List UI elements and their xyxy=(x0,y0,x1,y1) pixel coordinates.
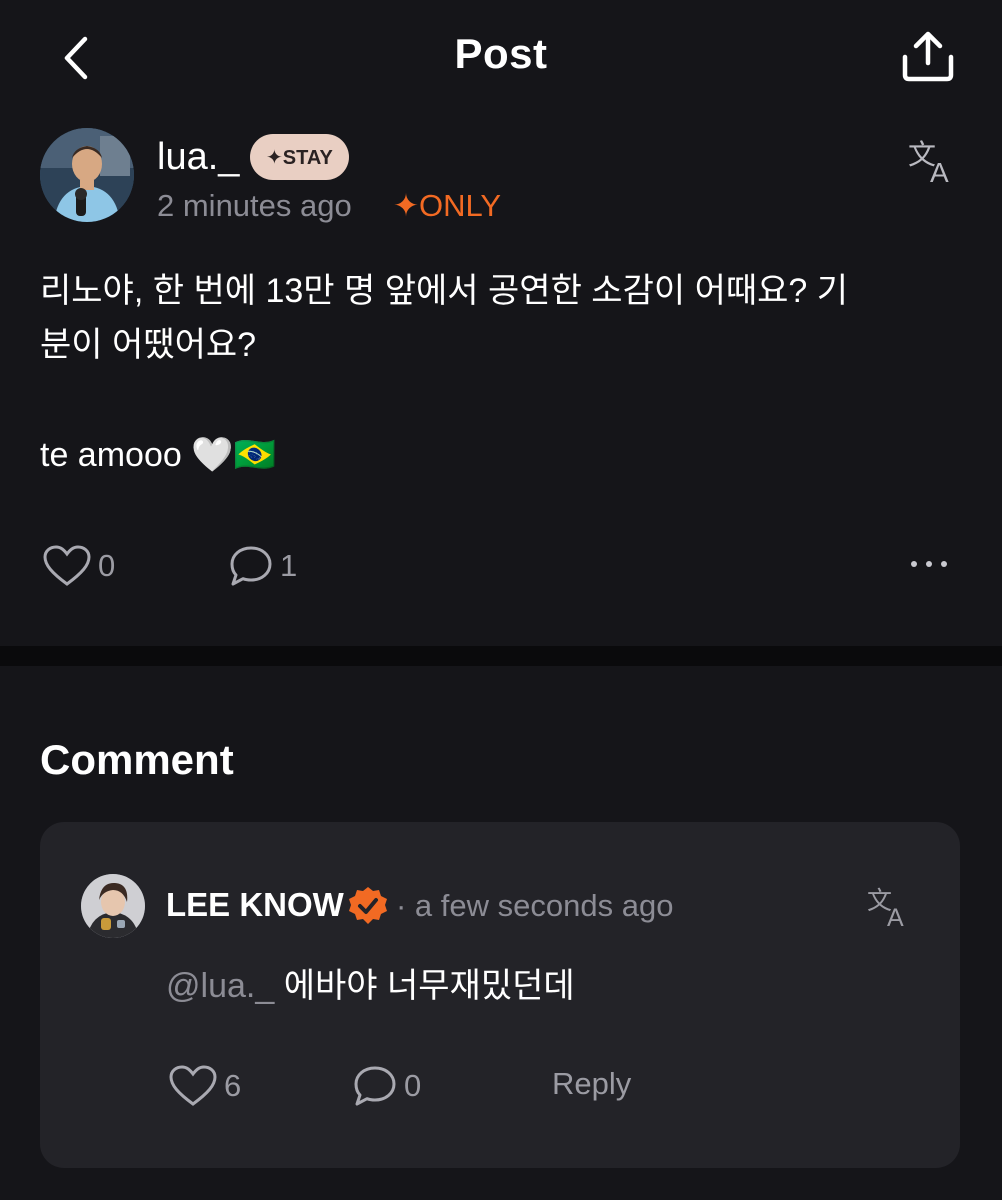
avatar[interactable] xyxy=(40,128,134,222)
translate-icon: 文 A xyxy=(867,886,904,932)
svg-text:A: A xyxy=(887,904,904,932)
comment-text: @lua._ 에바야 너무재밌던데 xyxy=(166,958,575,1007)
comment-bubble-icon xyxy=(230,546,272,586)
heart-icon xyxy=(169,1065,217,1106)
comment-author[interactable]: LEE KNOW xyxy=(166,886,344,924)
post-text-line: 분이 어땠어요? xyxy=(40,326,257,364)
translate-icon: 文 A xyxy=(908,138,949,188)
post-card: lua._ ✦STAY 2 minutes ago ✦ONLY 文 A 리노야,… xyxy=(0,118,1002,646)
commenter-avatar-photo xyxy=(81,874,145,938)
comment-item: LEE KNOW · a few seconds ago 文 A @lua._ … xyxy=(40,822,960,1168)
dot xyxy=(926,561,932,567)
top-bar: Post xyxy=(0,0,1002,118)
comment-button[interactable]: 1 xyxy=(228,542,297,590)
dot xyxy=(911,561,917,567)
comment-count: 1 xyxy=(280,548,298,583)
section-divider xyxy=(0,646,1002,666)
post-content: 리노야, 한 번에 13만 명 앞에서 공연한 소감이 어때요? 기 분이 어땠… xyxy=(40,264,970,482)
commenter-avatar[interactable] xyxy=(81,874,145,938)
like-button[interactable]: 0 xyxy=(42,542,115,590)
post-page: Post lua._ ✦STAY 2 minutes ago ✦ONLY 文 A… xyxy=(0,0,1002,1200)
post-username[interactable]: lua._ xyxy=(157,136,239,179)
dot xyxy=(941,561,947,567)
comment-like-button[interactable]: 6 xyxy=(168,1062,241,1110)
mention-link[interactable]: @lua._ xyxy=(166,967,274,1005)
like-count: 0 xyxy=(98,548,116,583)
comment-like-count: 6 xyxy=(224,1068,242,1103)
stay-membership-badge: ✦STAY xyxy=(250,134,349,180)
share-upload-icon xyxy=(902,31,954,82)
post-text-line: te amooo 🤍🇧🇷 xyxy=(40,436,276,474)
comment-timestamp: · a few seconds ago xyxy=(396,888,674,923)
heart-icon xyxy=(43,545,91,586)
verified-badge-icon xyxy=(349,887,387,924)
reply-button[interactable]: Reply xyxy=(552,1066,631,1102)
svg-text:A: A xyxy=(930,157,949,188)
only-label: ✦ONLY xyxy=(393,188,502,223)
comment-reply-count: 0 xyxy=(404,1068,422,1103)
avatar-photo xyxy=(40,128,134,222)
page-title: Post xyxy=(454,30,548,77)
more-options-button[interactable] xyxy=(900,544,958,584)
comment-bubble-icon xyxy=(354,1066,396,1106)
post-timestamp: 2 minutes ago xyxy=(157,188,352,223)
comment-replies-button[interactable]: 0 xyxy=(352,1062,421,1110)
comments-heading: Comment xyxy=(40,736,234,783)
comment-translate-button[interactable]: 文 A xyxy=(866,882,916,932)
translate-button[interactable]: 文 A xyxy=(906,134,962,190)
share-button[interactable] xyxy=(898,30,958,84)
post-text-line: 리노야, 한 번에 13만 명 앞에서 공연한 소감이 어때요? 기 xyxy=(40,272,849,310)
comment-message: 에바야 너무재밌던데 xyxy=(274,967,575,1005)
